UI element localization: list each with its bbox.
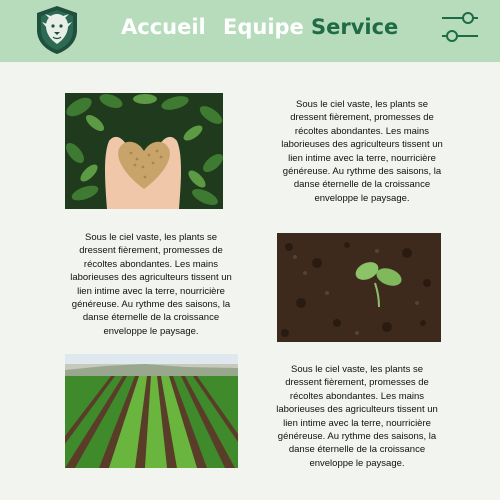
sliders-icon[interactable] xyxy=(440,9,480,47)
seedling-soil-image xyxy=(277,233,441,342)
nav-service-link[interactable]: Service xyxy=(311,15,398,39)
header-bar: Accueil Equipe Service xyxy=(0,0,500,62)
section-3-text: Sous le ciel vaste, les plants se dresse… xyxy=(276,364,438,469)
section-2-text: Sous le ciel vaste, les plants se dresse… xyxy=(70,232,232,337)
hands-grain-heart-image xyxy=(65,93,223,209)
nav-equipe-link[interactable]: Equipe xyxy=(223,15,304,39)
lion-shield-icon[interactable] xyxy=(31,4,83,56)
section-1-text: Sous le ciel vaste, les plants se dresse… xyxy=(281,99,443,204)
nav-accueil-link[interactable]: Accueil xyxy=(121,15,206,39)
crop-field-rows-image xyxy=(65,354,238,468)
